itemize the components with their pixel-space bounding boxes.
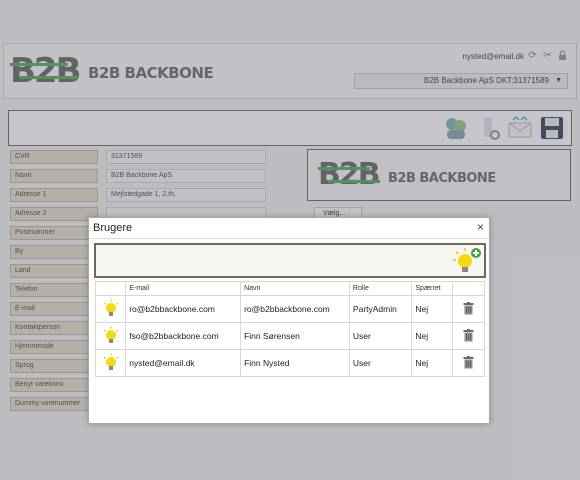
- table-header-row: E-mail Navn Rolle Spærret: [94, 281, 486, 296]
- add-user-icon[interactable]: [452, 246, 482, 276]
- column-header-role[interactable]: Rolle: [348, 281, 413, 296]
- users-dialog: Brugere × E-mail Navn Rolle Spærret ro@b…: [88, 217, 490, 424]
- column-header-email[interactable]: E-mail: [125, 281, 242, 296]
- user-email: nysted@email.dk: [125, 349, 242, 377]
- users-table: E-mail Navn Rolle Spærret ro@b2bbackbone…: [94, 281, 486, 377]
- column-header-blocked[interactable]: Spærret: [411, 281, 453, 296]
- user-cell-actions: [451, 322, 486, 350]
- user-role: PartyAdmin: [348, 295, 413, 323]
- column-header-name[interactable]: Navn: [240, 281, 350, 296]
- user-blocked: Nej: [411, 322, 453, 350]
- table-row[interactable]: nysted@email.dk Finn Nysted User Nej: [94, 349, 486, 377]
- dialog-toolbar: [94, 243, 486, 278]
- close-icon[interactable]: ×: [477, 220, 484, 234]
- user-name: ro@b2bbackbone.com: [240, 295, 350, 323]
- dialog-title: Brugere: [93, 222, 133, 234]
- user-role: User: [348, 349, 413, 377]
- column-header-actions: [451, 281, 486, 296]
- column-header-icon: [94, 281, 127, 296]
- user-name: Finn Nysted: [240, 349, 350, 377]
- divider: [89, 238, 489, 239]
- user-cell-icon: [94, 349, 127, 377]
- user-blocked: Nej: [411, 295, 453, 323]
- user-role: User: [348, 322, 413, 350]
- user-email: ro@b2bbackbone.com: [125, 295, 242, 323]
- user-name: Finn Sørensen: [240, 322, 350, 350]
- table-row[interactable]: ro@b2bbackbone.com ro@b2bbackbone.com Pa…: [94, 295, 486, 323]
- trash-icon[interactable]: [463, 301, 474, 315]
- user-bulb-icon: [103, 299, 119, 316]
- table-row[interactable]: fso@b2bbackbone.com Finn Sørensen User N…: [94, 322, 486, 350]
- user-email: fso@b2bbackbone.com: [125, 322, 242, 350]
- user-blocked: Nej: [411, 349, 453, 377]
- user-bulb-icon: [103, 326, 119, 343]
- user-cell-actions: [451, 295, 486, 323]
- user-bulb-icon: [103, 353, 119, 370]
- user-cell-icon: [94, 322, 127, 350]
- trash-icon[interactable]: [463, 328, 474, 342]
- user-cell-actions: [451, 349, 486, 377]
- trash-icon[interactable]: [463, 355, 474, 369]
- user-cell-icon: [94, 295, 127, 323]
